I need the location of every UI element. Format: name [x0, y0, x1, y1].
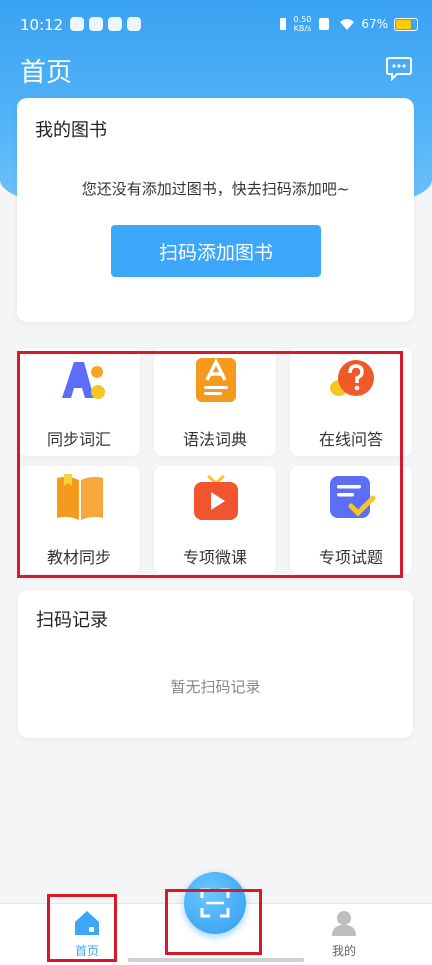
- status-right: 0.50 KB/s 67%: [278, 15, 418, 33]
- nav-mine-label: 我的: [331, 944, 356, 958]
- my-books-empty-text: 您还没有添加过图书，快去扫码添加吧~: [81, 180, 350, 198]
- highlight-box-scan: [165, 889, 262, 955]
- wifi-icon: [340, 19, 355, 30]
- app-notification-icon: [70, 17, 84, 31]
- notification-icons: [70, 17, 141, 31]
- battery-icon: [394, 17, 418, 31]
- scan-records-title: 扫码记录: [36, 610, 108, 631]
- my-books-card: 我的图书 您还没有添加过图书，快去扫码添加吧~ 扫码添加图书: [17, 98, 414, 322]
- page-title: 首页: [20, 58, 73, 88]
- my-books-title: 我的图书: [35, 120, 107, 141]
- scan-add-book-button[interactable]: 扫码添加图书: [111, 225, 321, 277]
- message-icon[interactable]: [386, 55, 412, 81]
- net-speed: 0.50 KB/s: [294, 15, 312, 33]
- scan-records-card: 扫码记录 暂无扫码记录: [18, 590, 413, 738]
- battery-percent: 67%: [361, 17, 388, 31]
- vibrate-icon: [279, 18, 286, 30]
- nav-mine-tab[interactable]: 我的: [304, 904, 384, 965]
- sim-off-icon: [319, 18, 330, 30]
- scan-records-empty-text: 暂无扫码记录: [170, 678, 261, 696]
- status-time: 10:12: [20, 16, 64, 34]
- status-bar: 10:12 0.50 KB/s 67%: [0, 0, 432, 50]
- net-speed-unit: KB/s: [293, 24, 312, 33]
- app-notification-icon: [89, 17, 103, 31]
- user-icon: [332, 911, 356, 936]
- highlight-box-features: [17, 351, 403, 578]
- tiktok-notification-icon: [127, 17, 141, 31]
- mail-notification-icon: [108, 17, 122, 31]
- net-speed-value: 0.50: [293, 15, 312, 24]
- highlight-box-home: [47, 894, 117, 962]
- home-indicator: [128, 958, 304, 962]
